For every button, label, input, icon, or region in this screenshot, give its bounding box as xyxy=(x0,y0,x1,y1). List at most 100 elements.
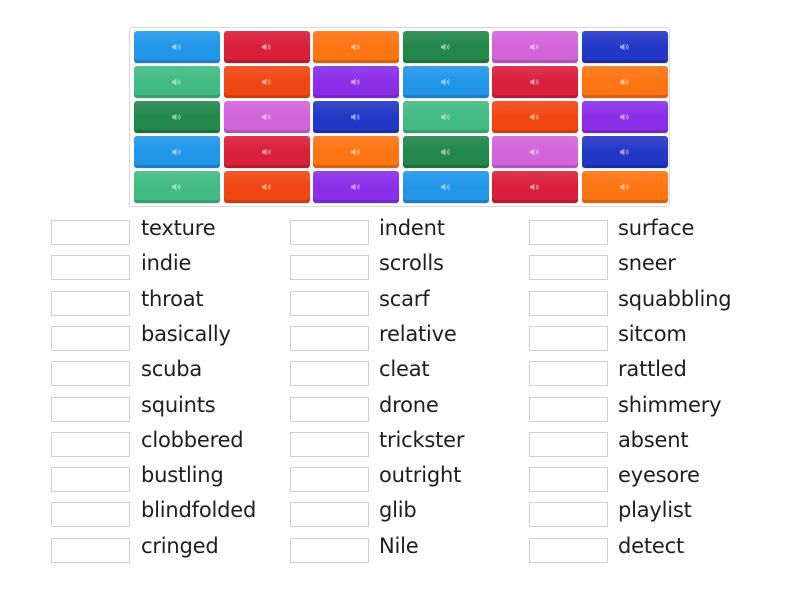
answer-drop-box[interactable] xyxy=(51,220,130,245)
audio-tile[interactable] xyxy=(313,171,399,203)
word-label: clobbered xyxy=(141,427,244,452)
answer-drop-box[interactable] xyxy=(290,431,369,457)
answer-drop-box[interactable] xyxy=(290,220,369,245)
answer-drop-box[interactable] xyxy=(51,431,130,457)
answer-drop-box[interactable] xyxy=(290,361,369,387)
audio-tile[interactable] xyxy=(223,31,310,63)
answer-drop-box[interactable] xyxy=(529,290,608,316)
word-label: squabbling xyxy=(618,286,732,311)
audio-tile[interactable] xyxy=(134,101,220,133)
audio-tile[interactable] xyxy=(492,136,578,168)
word-label: texture xyxy=(141,216,216,240)
audio-tile[interactable] xyxy=(581,101,668,133)
answer-drop-box[interactable] xyxy=(51,537,130,563)
audio-tile[interactable] xyxy=(223,136,310,168)
audio-tile[interactable] xyxy=(223,171,310,203)
word-label: sneer xyxy=(618,251,676,276)
speaker-icon xyxy=(530,113,540,121)
speaker-icon xyxy=(530,43,540,51)
word-label: indent xyxy=(379,216,445,240)
word-label: eyesore xyxy=(618,463,700,488)
word-label: detect xyxy=(618,533,684,558)
audio-tile[interactable] xyxy=(492,101,578,133)
speaker-icon xyxy=(619,78,630,86)
audio-tile[interactable] xyxy=(581,31,668,63)
word-label: Nile xyxy=(379,533,419,558)
answer-drop-box[interactable] xyxy=(51,290,130,316)
word-label: cringed xyxy=(141,533,219,558)
answer-drop-box[interactable] xyxy=(529,255,608,281)
speaker-icon xyxy=(530,78,540,86)
word-label: basically xyxy=(141,321,231,346)
speaker-icon xyxy=(351,183,361,191)
speaker-icon xyxy=(440,43,451,51)
audio-tile[interactable] xyxy=(313,66,399,98)
audio-tile[interactable] xyxy=(134,136,220,168)
word-label: scuba xyxy=(141,357,202,382)
audio-tile[interactable] xyxy=(492,66,578,98)
speaker-icon xyxy=(530,148,540,156)
answer-drop-box[interactable] xyxy=(290,537,369,563)
speaker-icon xyxy=(172,148,182,156)
audio-tile[interactable] xyxy=(223,101,310,133)
answer-drop-box[interactable] xyxy=(529,325,608,351)
answer-drop-box[interactable] xyxy=(290,396,369,422)
speaker-icon xyxy=(530,183,540,191)
audio-tile[interactable] xyxy=(313,101,399,133)
audio-tile[interactable] xyxy=(223,66,310,98)
answer-drop-box[interactable] xyxy=(290,502,369,528)
answer-drop-box[interactable] xyxy=(51,396,130,422)
answer-drop-box[interactable] xyxy=(51,255,130,281)
answer-drop-box[interactable] xyxy=(290,467,369,493)
audio-tile[interactable] xyxy=(402,136,489,168)
word-label: cleat xyxy=(379,357,430,382)
speaker-icon xyxy=(351,43,361,51)
speaker-icon xyxy=(440,78,451,86)
audio-tile[interactable] xyxy=(581,136,668,168)
answer-drop-box[interactable] xyxy=(51,361,130,387)
word-label: throat xyxy=(141,286,204,311)
answer-drop-box[interactable] xyxy=(51,467,130,493)
audio-tile[interactable] xyxy=(402,101,489,133)
word-label: shimmery xyxy=(618,392,722,417)
word-label: relative xyxy=(379,321,457,346)
speaker-icon xyxy=(172,183,182,191)
speaker-icon xyxy=(261,78,272,86)
speaker-icon xyxy=(440,148,451,156)
word-label: trickster xyxy=(379,427,465,452)
audio-tile[interactable] xyxy=(581,66,668,98)
audio-tile[interactable] xyxy=(402,171,489,203)
answer-drop-box[interactable] xyxy=(529,361,608,387)
audio-tile[interactable] xyxy=(402,31,489,63)
audio-tile[interactable] xyxy=(492,31,578,63)
speaker-icon xyxy=(440,113,451,121)
word-label: bustling xyxy=(141,463,224,488)
word-label: glib xyxy=(379,498,417,523)
audio-tile[interactable] xyxy=(313,31,399,63)
speaker-icon xyxy=(172,78,182,86)
answer-drop-box[interactable] xyxy=(290,290,369,316)
answer-drop-box[interactable] xyxy=(529,431,608,457)
answer-drop-box[interactable] xyxy=(51,325,130,351)
audio-tile[interactable] xyxy=(134,171,220,203)
audio-tile[interactable] xyxy=(134,31,220,63)
answer-drop-box[interactable] xyxy=(290,325,369,351)
audio-tile[interactable] xyxy=(402,66,489,98)
audio-tile[interactable] xyxy=(581,171,668,203)
answer-drop-box[interactable] xyxy=(529,220,608,245)
audio-tile[interactable] xyxy=(134,66,220,98)
speaker-icon xyxy=(261,148,272,156)
audio-tile[interactable] xyxy=(313,136,399,168)
word-label: drone xyxy=(379,392,439,417)
word-label: sitcom xyxy=(618,321,687,346)
word-label: scarf xyxy=(379,286,430,311)
answer-drop-box[interactable] xyxy=(529,502,608,528)
audio-tile[interactable] xyxy=(492,171,578,203)
speaker-icon xyxy=(351,113,361,121)
speaker-icon xyxy=(172,113,182,121)
answer-drop-box[interactable] xyxy=(529,467,608,493)
answer-drop-box[interactable] xyxy=(51,502,130,528)
answer-drop-box[interactable] xyxy=(529,537,608,563)
answer-drop-box[interactable] xyxy=(529,396,608,422)
answer-drop-box[interactable] xyxy=(290,255,369,281)
